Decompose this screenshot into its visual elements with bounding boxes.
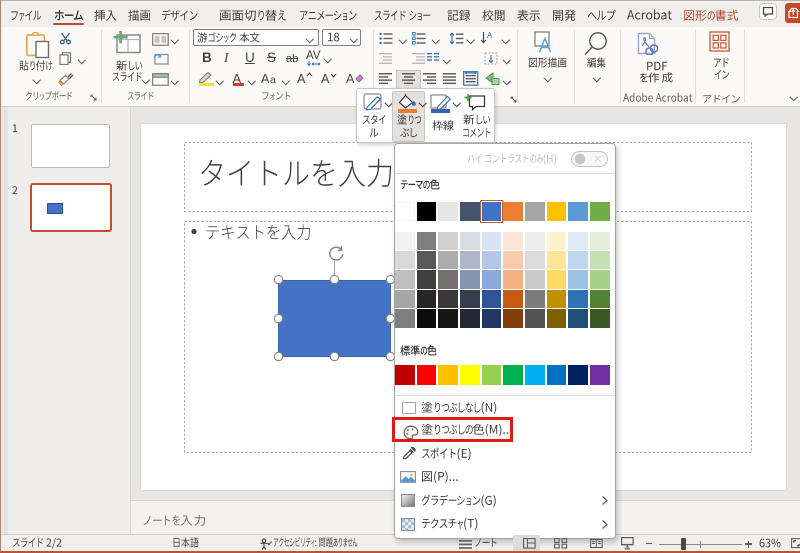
svg-text:A: A bbox=[487, 31, 493, 40]
